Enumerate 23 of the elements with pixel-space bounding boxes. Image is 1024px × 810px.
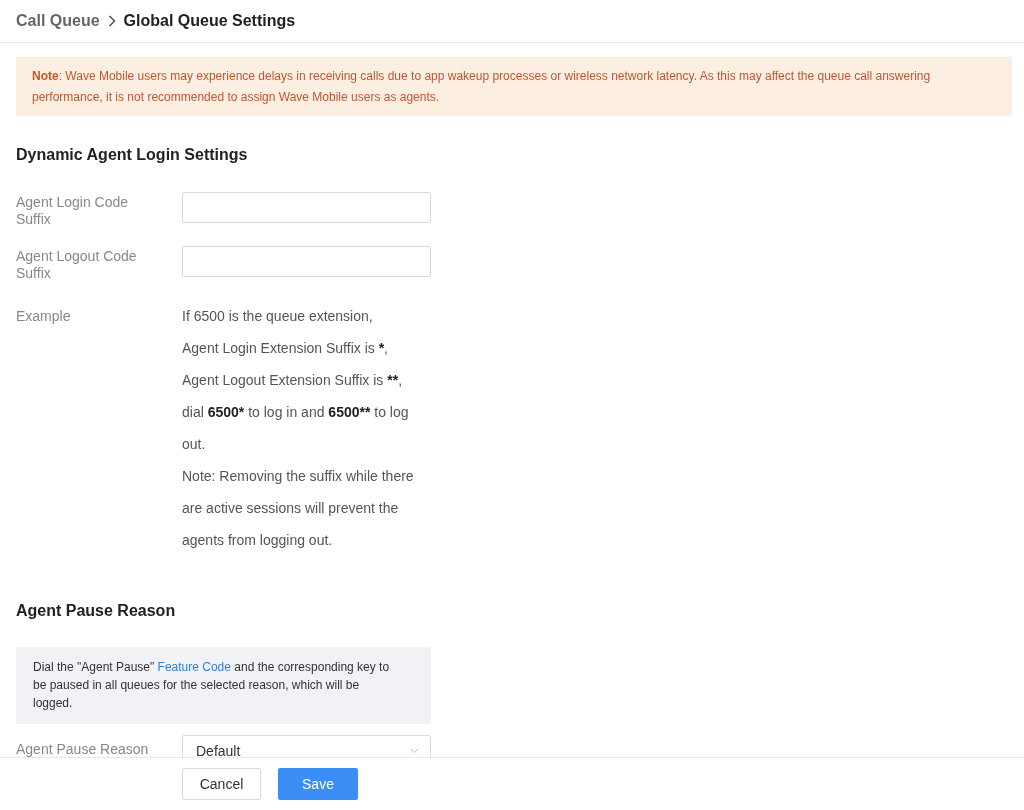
example-text: Agent Logout Extension Suffix is **, <box>182 371 403 390</box>
page-title: Global Queue Settings <box>123 12 296 30</box>
example-text: Note: Removing the suffix while there are active sessions will prevent the agents from logging out. <box>182 467 415 550</box>
section-heading: Dynamic Agent Login Settings <box>16 145 249 165</box>
feature-code-link[interactable]: Feature Code <box>157 660 231 674</box>
info-text: Dial the "Agent Pause" Feature Code and the corresponding key to be paused in all queues for the selected reason, which will be logged. <box>16 647 431 724</box>
breadcrumb-link[interactable]: Call Queue <box>16 12 100 30</box>
input-field[interactable] <box>182 192 431 223</box>
cancel-button[interactable]: Cancel <box>182 768 261 800</box>
field-label: Agent Login Code Suffix <box>16 193 130 228</box>
field-label: Agent Pause Reason <box>16 740 150 757</box>
input-field[interactable] <box>182 246 431 277</box>
section-heading: Agent Pause Reason <box>16 601 177 621</box>
notice-banner: Note: Wave Mobile users may experience delays in receiving calls due to app wakeup processes or wireless network latency. As this may affect the queue call answering performance, it is not recommended to assign Wave Mobile users as agents. <box>16 57 1012 116</box>
example-text: If 6500 is the queue extension, <box>182 307 374 326</box>
save-button[interactable]: Save <box>278 768 358 800</box>
example-text: dial 6500* to log in and 6500** to log out. <box>182 403 410 454</box>
example-text: Agent Login Extension Suffix is *, <box>182 339 389 358</box>
chevron-down-icon <box>410 747 419 754</box>
field-label: Agent Logout Code Suffix <box>16 247 138 282</box>
chevron-icon <box>107 15 116 27</box>
select-field[interactable]: Default <box>182 735 431 757</box>
field-label: Example <box>16 307 72 326</box>
